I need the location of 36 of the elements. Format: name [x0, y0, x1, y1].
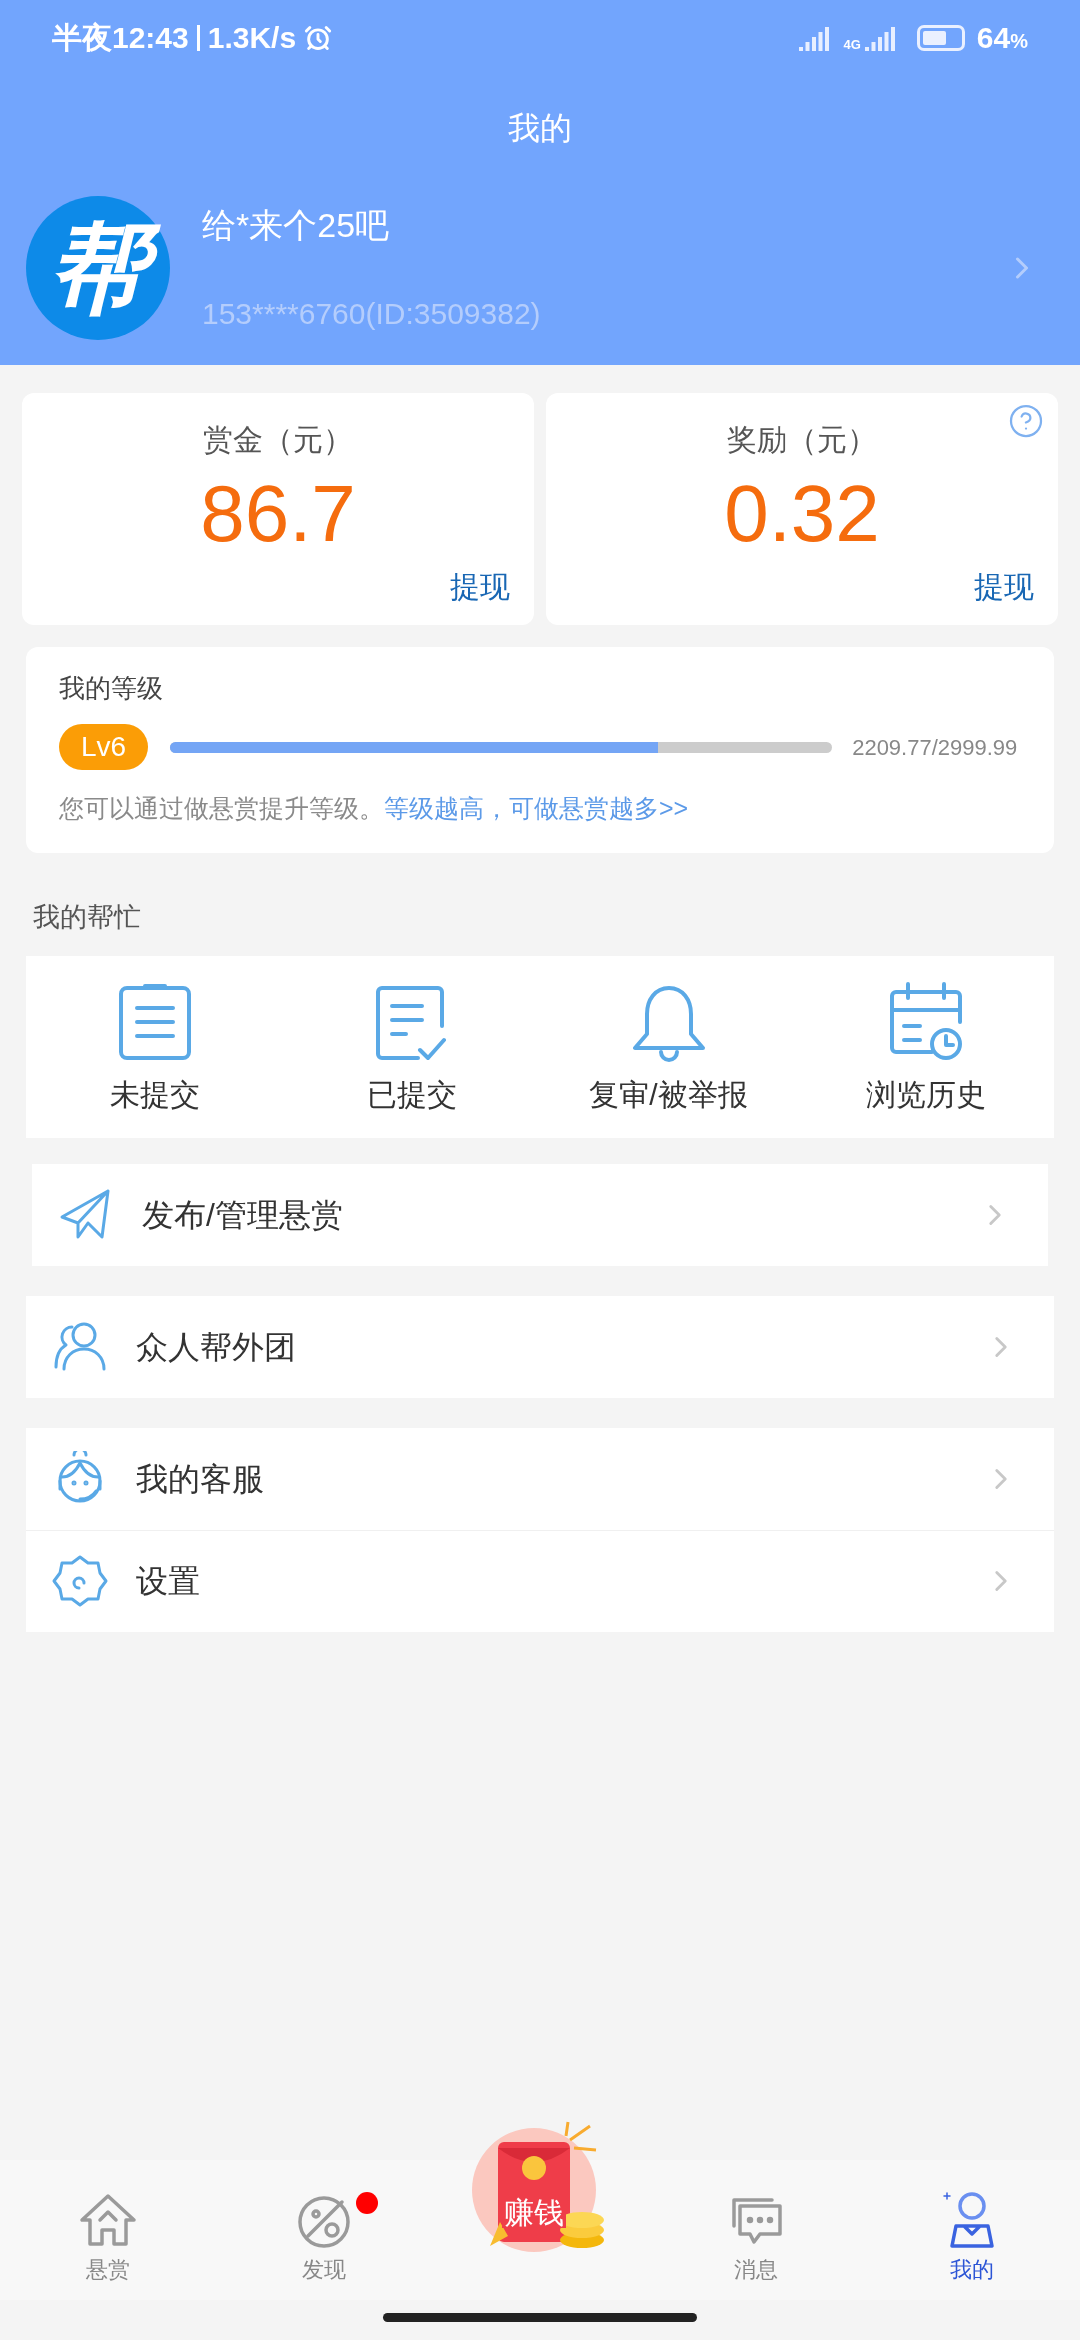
status-time: 半夜12:43 [52, 20, 189, 56]
balance-label: 赏金（元） [203, 422, 353, 458]
user-name: 给*来个25吧 [202, 204, 391, 246]
app-logo: 帮 [26, 195, 170, 340]
signal-icon [799, 24, 832, 51]
level-badge: Lv6 [59, 724, 149, 770]
help-shortcut[interactable]: 已提交 [283, 955, 540, 1138]
battery-icon [916, 24, 965, 51]
level-points: 2209.77/2999.99 [852, 733, 1018, 762]
section-title: 我的帮忙 [33, 901, 142, 934]
level-hint: 您可以通过做悬赏提升等级。等级越高，可做悬赏越多>> [59, 793, 690, 824]
network-type: 4G [843, 37, 861, 51]
help-shortcut[interactable]: 浏览历史 [797, 955, 1054, 1138]
account-id: 153****6760(ID:3509382) [202, 295, 542, 332]
help-shortcut[interactable]: 未提交 [26, 955, 283, 1138]
help-shortcut[interactable]: 复审/被举报 [540, 955, 797, 1138]
signal-icon [864, 24, 897, 51]
settings-icon [52, 1553, 108, 1609]
menu-item[interactable]: 我的客服 [26, 1427, 1054, 1530]
balance-amount: 0.32 [724, 474, 880, 554]
earn-money-label: 赚钱 [502, 2198, 566, 2228]
level-title: 我的等级 [59, 672, 164, 705]
tab-bar-item[interactable]: 我的 [864, 2160, 1080, 2300]
withdraw-link[interactable]: 提现 [974, 564, 1034, 609]
withdraw-link[interactable]: 提现 [450, 564, 510, 609]
battery-level: 64% [976, 20, 1028, 56]
balance-amount: 86.7 [200, 474, 356, 554]
menu-item[interactable]: 设置 [26, 1529, 1054, 1632]
balance-label: 奖励（元） [727, 422, 877, 458]
menu-item[interactable]: 发布/管理悬赏 [32, 1163, 1048, 1266]
earn-money-button[interactable]: 赚钱 [470, 2120, 610, 2270]
network-speed: 1.3K/s [207, 20, 297, 56]
page-title: 我的 [508, 108, 572, 148]
menu-item[interactable]: 众人帮外团 [26, 1295, 1054, 1398]
alarm-icon [304, 23, 333, 52]
help-icon[interactable] [1008, 403, 1044, 439]
